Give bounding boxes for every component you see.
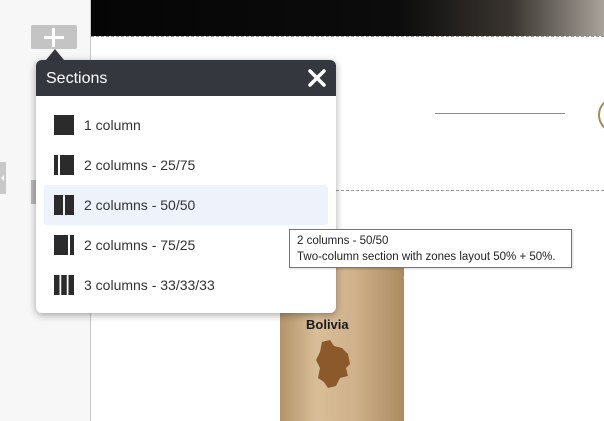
section-option-2-columns-25-75[interactable]: 2 columns - 25/75 bbox=[44, 145, 328, 185]
two-columns-50-50-icon bbox=[54, 195, 74, 215]
popup-caret bbox=[46, 49, 64, 60]
three-columns-icon bbox=[54, 275, 74, 295]
section-option-2-columns-50-50[interactable]: 2 columns - 50/50 bbox=[44, 185, 328, 225]
add-section-button[interactable] bbox=[31, 25, 77, 49]
section-divider bbox=[336, 190, 604, 191]
product-label: Bolivia bbox=[306, 317, 349, 332]
one-column-layout-icon bbox=[54, 115, 74, 135]
decorative-line bbox=[435, 113, 565, 114]
tooltip-title: 2 columns - 50/50 bbox=[297, 235, 389, 247]
country-map-icon bbox=[316, 340, 350, 388]
section-option-1-column[interactable]: 1 column bbox=[44, 105, 328, 145]
hero-banner bbox=[91, 0, 604, 36]
option-label: 2 columns - 25/75 bbox=[84, 157, 196, 173]
section-divider bbox=[91, 36, 604, 37]
popup-title: Sections bbox=[46, 70, 108, 87]
two-columns-75-25-icon bbox=[54, 235, 74, 255]
popup-header: Sections bbox=[36, 60, 336, 96]
tooltip-description: Two-column section with zones layout 50%… bbox=[297, 251, 556, 263]
sections-popup: Sections 1 column 2 columns - 25/75 2 co… bbox=[36, 60, 336, 313]
section-option-3-columns[interactable]: 3 columns - 33/33/33 bbox=[44, 265, 328, 305]
option-label: 3 columns - 33/33/33 bbox=[84, 277, 215, 293]
section-option-2-columns-75-25[interactable]: 2 columns - 75/25 bbox=[44, 225, 328, 265]
tooltip: 2 columns - 50/50 Two-column section wit… bbox=[289, 229, 572, 268]
option-label: 2 columns - 50/50 bbox=[84, 197, 196, 213]
option-label: 1 column bbox=[84, 117, 141, 133]
two-columns-25-75-icon bbox=[54, 155, 74, 175]
option-label: 2 columns - 75/25 bbox=[84, 237, 196, 253]
collapse-panel-handle[interactable] bbox=[0, 162, 6, 194]
close-icon[interactable] bbox=[305, 66, 329, 90]
decorative-circle bbox=[598, 97, 604, 133]
